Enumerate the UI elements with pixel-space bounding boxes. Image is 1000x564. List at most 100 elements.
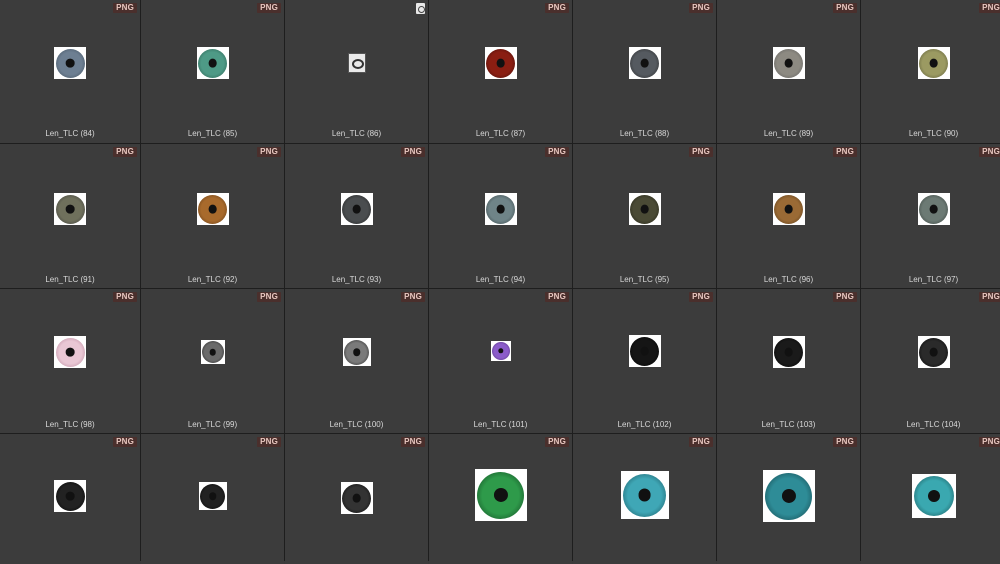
iris-icon (630, 48, 659, 78)
iris-icon (486, 48, 515, 78)
png-badge: PNG (545, 3, 569, 13)
file-name-label: Len_TLC (104) (906, 420, 961, 429)
file-thumbnail[interactable]: PNG Len_TLC (95) (573, 144, 716, 288)
file-thumbnail[interactable]: PNG Len_TLC (90) (861, 0, 1000, 143)
iris-icon (342, 194, 371, 224)
file-name-label: Len_TLC (102) (617, 420, 672, 429)
file-name-label: Len_TLC (90) (908, 129, 959, 138)
iris-icon (344, 339, 369, 365)
file-thumbnail[interactable]: PNG Len_TLC (89) (717, 0, 860, 143)
eye-lens-preview (54, 336, 86, 368)
file-name-label: Len_TLC (85) (187, 129, 238, 138)
iris-icon (919, 194, 948, 224)
file-name-label: Len_TLC (92) (187, 275, 238, 284)
iris-icon (774, 48, 803, 78)
eye-lens-preview (196, 193, 229, 225)
png-badge: PNG (689, 292, 713, 302)
file-name-label: Len_TLC (103) (761, 420, 816, 429)
iris-icon (198, 48, 227, 78)
png-badge: PNG (257, 292, 281, 302)
eye-lens-preview (628, 47, 661, 79)
file-name-label: Len_TLC (100) (329, 420, 384, 429)
iris-icon (623, 473, 666, 517)
png-badge: PNG (689, 437, 713, 447)
eye-lens-preview (54, 480, 86, 512)
iris-icon (630, 194, 659, 224)
file-thumbnail[interactable]: PNG (0, 434, 140, 564)
file-thumbnail[interactable]: PNG (429, 434, 572, 564)
file-thumbnail[interactable]: PNG Len_TLC (96) (717, 144, 860, 288)
iris-icon (55, 481, 85, 511)
file-thumbnail[interactable]: PNG Len_TLC (87) (429, 0, 572, 143)
file-name-label: Len_TLC (86) (331, 129, 382, 138)
eye-lens-preview (490, 341, 511, 361)
iris-icon (55, 337, 85, 367)
png-badge: PNG (689, 3, 713, 13)
eye-lens-preview (620, 471, 669, 519)
eye-lens-preview (474, 469, 527, 521)
file-name-label: Len_TLC (93) (331, 275, 382, 284)
png-badge: PNG (401, 437, 425, 447)
file-name-label: Len_TLC (97) (908, 275, 959, 284)
file-name-label: Len_TLC (87) (475, 129, 526, 138)
png-badge: PNG (833, 3, 857, 13)
file-thumbnail[interactable]: Len_TLC (86) (285, 0, 428, 143)
file-thumbnail[interactable]: PNG Len_TLC (98) (0, 289, 140, 433)
file-name-label: Len_TLC (99) (187, 420, 238, 429)
file-thumbnail[interactable]: PNG Len_TLC (91) (0, 144, 140, 288)
missing-preview-icon (347, 53, 366, 73)
iris-icon (913, 476, 954, 516)
png-badge: PNG (979, 437, 1000, 447)
eye-lens-preview (772, 193, 805, 225)
file-type-icon (416, 3, 425, 14)
iris-icon (198, 194, 227, 224)
iris-icon (200, 483, 225, 509)
file-thumbnail[interactable]: PNG (141, 434, 284, 564)
eye-lens-preview (917, 47, 950, 79)
file-name-label: Len_TLC (96) (763, 275, 814, 284)
thumbnail-grid: PNG Len_TLC (84) PNG Len_TLC (85) Len_TLC (8… (0, 0, 1000, 564)
png-badge: PNG (833, 437, 857, 447)
iris-icon (491, 342, 510, 360)
file-thumbnail[interactable]: PNG Len_TLC (84) (0, 0, 140, 143)
iris-icon (774, 194, 803, 224)
file-thumbnail[interactable]: PNG Len_TLC (99) (141, 289, 284, 433)
file-thumbnail[interactable]: PNG Len_TLC (85) (141, 0, 284, 143)
file-thumbnail[interactable]: PNG Len_TLC (103) (717, 289, 860, 433)
file-thumbnail[interactable]: PNG Len_TLC (97) (861, 144, 1000, 288)
png-badge: PNG (113, 3, 137, 13)
eye-lens-preview (772, 47, 805, 79)
file-thumbnail[interactable]: PNG (861, 434, 1000, 564)
eye-lens-preview (484, 47, 517, 79)
iris-icon (201, 341, 224, 363)
file-thumbnail[interactable]: PNG Len_TLC (100) (285, 289, 428, 433)
file-thumbnail[interactable]: PNG Len_TLC (88) (573, 0, 716, 143)
eye-lens-preview (340, 482, 373, 514)
eye-lens-preview (772, 336, 805, 368)
file-thumbnail[interactable]: PNG (573, 434, 716, 564)
png-badge: PNG (979, 292, 1000, 302)
eye-lens-preview (54, 47, 86, 79)
file-thumbnail[interactable]: PNG (717, 434, 860, 564)
iris-icon (919, 337, 948, 367)
file-thumbnail[interactable]: PNG Len_TLC (92) (141, 144, 284, 288)
file-thumbnail[interactable]: PNG Len_TLC (101) (429, 289, 572, 433)
eye-lens-preview (911, 474, 956, 518)
eye-lens-preview (54, 193, 86, 225)
eye-lens-preview (917, 336, 950, 368)
file-thumbnail[interactable]: PNG Len_TLC (93) (285, 144, 428, 288)
png-badge: PNG (545, 437, 569, 447)
iris-icon (765, 472, 812, 520)
iris-icon (919, 48, 948, 78)
file-name-label: Len_TLC (91) (45, 275, 95, 284)
png-badge: PNG (833, 147, 857, 157)
file-thumbnail[interactable]: PNG Len_TLC (104) (861, 289, 1000, 433)
eye-lens-preview (628, 193, 661, 225)
file-name-label: Len_TLC (98) (45, 420, 95, 429)
png-badge: PNG (257, 437, 281, 447)
iris-icon (55, 48, 85, 78)
png-badge: PNG (689, 147, 713, 157)
file-thumbnail[interactable]: PNG Len_TLC (102) (573, 289, 716, 433)
file-thumbnail[interactable]: PNG Len_TLC (94) (429, 144, 572, 288)
file-thumbnail[interactable]: PNG (285, 434, 428, 564)
